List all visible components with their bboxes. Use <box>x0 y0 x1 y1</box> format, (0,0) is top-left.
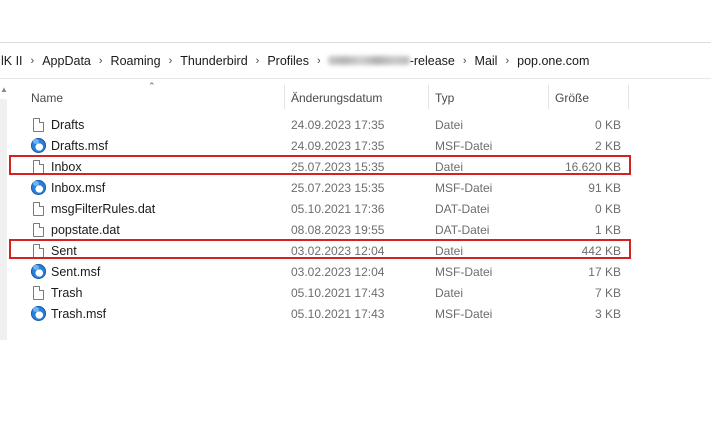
breadcrumb-thunderbird[interactable]: Thunderbird <box>177 54 250 68</box>
breadcrumb-profiles[interactable]: Profiles <box>264 54 312 68</box>
chevron-right-icon[interactable]: › <box>500 55 514 67</box>
chevron-right-icon[interactable]: › <box>458 55 472 67</box>
file-type: Datei <box>435 286 464 300</box>
address-bar-bottom-border <box>0 78 711 79</box>
file-row[interactable]: Trash 05.10.2021 17:43 Datei 7 KB <box>0 284 711 305</box>
file-type: DAT-Datei <box>435 202 490 216</box>
file-name: popstate.dat <box>51 223 120 237</box>
file-size: 17 KB <box>588 265 621 279</box>
file-name: Sent.msf <box>51 265 101 279</box>
file-modified-date: 05.10.2021 17:36 <box>291 202 385 216</box>
file-type: MSF-Datei <box>435 181 493 195</box>
file-name: Drafts.msf <box>51 139 108 153</box>
file-modified-date: 05.10.2021 17:43 <box>291 307 385 321</box>
file-size: 0 KB <box>594 202 621 216</box>
sort-ascending-icon: ⌃ <box>148 81 156 91</box>
breadcrumb-profile[interactable]: -release <box>410 54 458 68</box>
column-divider[interactable] <box>284 85 285 109</box>
file-row[interactable]: Drafts 24.09.2023 17:35 Datei 0 KB <box>0 116 711 137</box>
column-divider[interactable] <box>628 85 629 109</box>
file-row[interactable]: Inbox.msf 25.07.2023 15:35 MSF-Datei 91 KB <box>0 179 711 200</box>
file-size: 1 KB <box>594 223 621 237</box>
file-modified-date: 24.09.2023 17:35 <box>291 118 385 132</box>
breadcrumb-roaming[interactable]: Roaming <box>108 54 164 68</box>
breadcrumb-appdata[interactable]: AppData <box>39 54 94 68</box>
breadcrumb-user[interactable]: lK II <box>0 54 26 68</box>
file-row[interactable]: msgFilterRules.dat 05.10.2021 17:36 DAT-Da… <box>0 200 711 221</box>
file-size: 2 KB <box>594 139 621 153</box>
file-size: 7 KB <box>594 286 621 300</box>
chevron-right-icon[interactable]: › <box>26 55 40 67</box>
file-modified-date: 03.02.2023 12:04 <box>291 265 385 279</box>
file-icon <box>33 223 44 237</box>
blurred-profile-name <box>327 56 410 65</box>
column-divider[interactable] <box>548 85 549 109</box>
file-icon <box>33 118 44 132</box>
chevron-right-icon[interactable]: › <box>312 55 326 67</box>
chevron-right-icon[interactable]: › <box>94 55 108 67</box>
column-header-name[interactable]: Name <box>31 91 63 105</box>
file-type: MSF-Datei <box>435 139 493 153</box>
file-modified-date: 24.09.2023 17:35 <box>291 139 385 153</box>
file-icon <box>33 202 44 216</box>
breadcrumb-account[interactable]: pop.one.com <box>514 54 592 68</box>
chevron-right-icon[interactable]: › <box>164 55 178 67</box>
file-name: msgFilterRules.dat <box>51 202 156 216</box>
thunderbird-icon <box>31 180 46 195</box>
column-header-modified[interactable]: Änderungsdatum <box>291 91 382 105</box>
thunderbird-icon <box>31 306 46 321</box>
file-type: DAT-Datei <box>435 223 490 237</box>
file-modified-date: 25.07.2023 15:35 <box>291 181 385 195</box>
file-type: Datei <box>435 118 464 132</box>
highlight-annotation-box <box>9 155 631 175</box>
thunderbird-icon <box>31 264 46 279</box>
file-row[interactable]: Sent.msf 03.02.2023 12:04 MSF-Datei 17 KB <box>0 263 711 284</box>
file-name: Inbox.msf <box>51 181 106 195</box>
file-type: MSF-Datei <box>435 265 493 279</box>
file-icon <box>33 286 44 300</box>
column-header-size[interactable]: Größe <box>555 91 589 105</box>
file-name: Drafts <box>51 118 85 132</box>
column-divider[interactable] <box>428 85 429 109</box>
highlight-annotation-box <box>9 239 631 259</box>
thunderbird-icon <box>31 138 46 153</box>
file-name: Trash.msf <box>51 307 107 321</box>
file-size: 91 KB <box>588 181 621 195</box>
file-size: 3 KB <box>594 307 621 321</box>
column-header-type[interactable]: Typ <box>435 91 454 105</box>
file-row[interactable]: Trash.msf 05.10.2021 17:43 MSF-Datei 3 KB <box>0 305 711 326</box>
file-type: MSF-Datei <box>435 307 493 321</box>
address-bar[interactable]: lK II › AppData › Roaming › Thunderbird … <box>0 43 711 78</box>
breadcrumb-mail[interactable]: Mail <box>472 54 501 68</box>
file-size: 0 KB <box>594 118 621 132</box>
file-modified-date: 05.10.2021 17:43 <box>291 286 385 300</box>
file-modified-date: 08.08.2023 19:55 <box>291 223 385 237</box>
file-name: Trash <box>51 286 83 300</box>
chevron-right-icon[interactable]: › <box>251 55 265 67</box>
